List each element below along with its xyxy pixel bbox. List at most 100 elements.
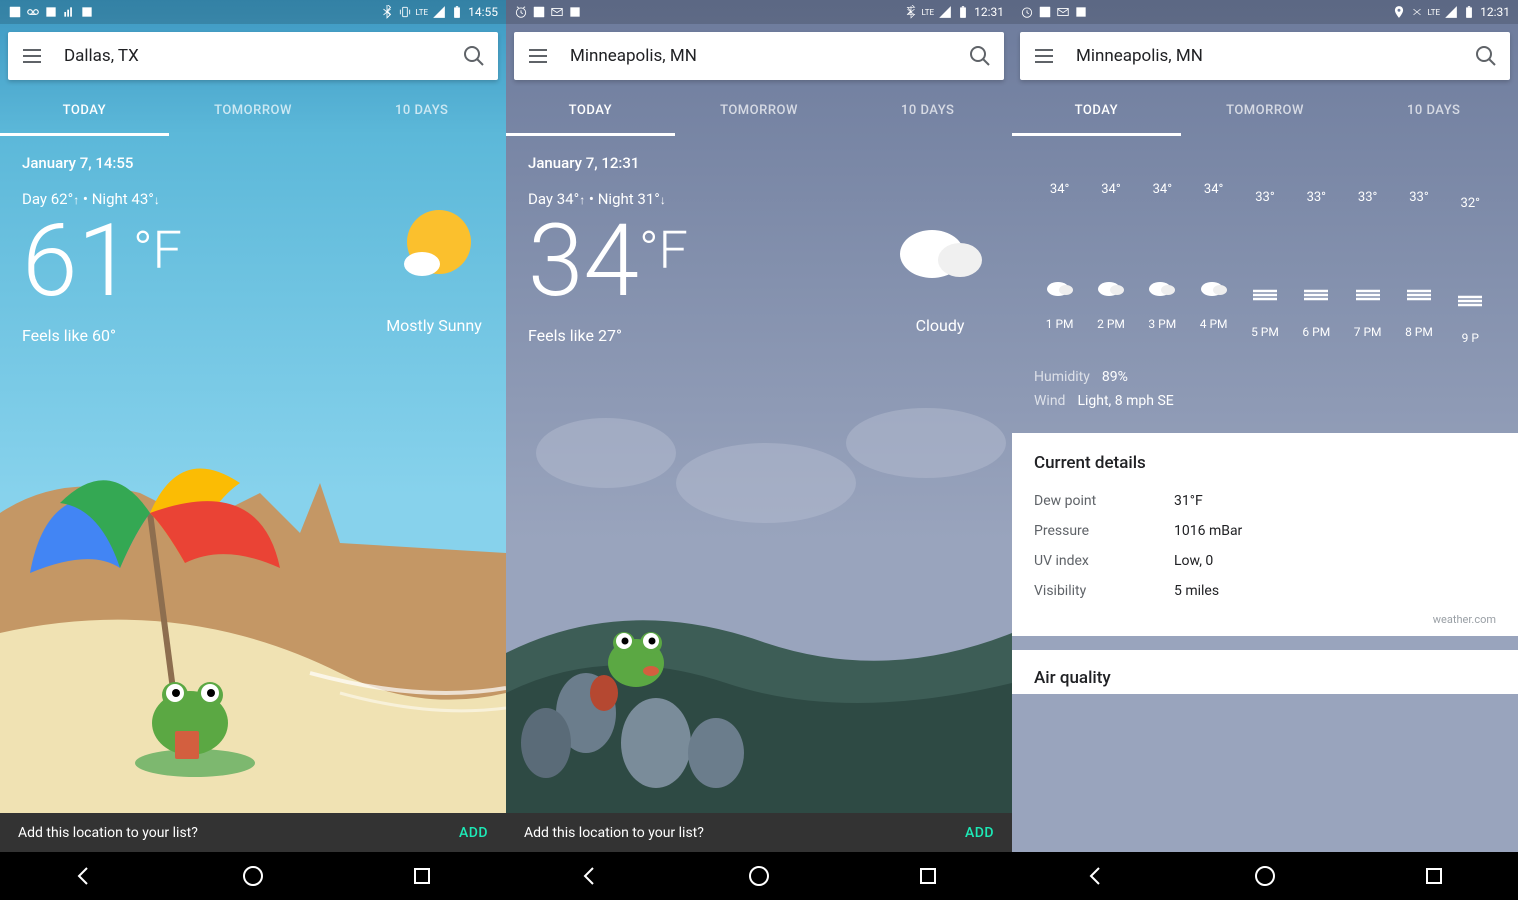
search-icon[interactable]	[1474, 44, 1498, 68]
search-icon[interactable]	[462, 44, 486, 68]
weather-content: January 7, 14:55 Day 62°↑ • Night 43°↓ 6…	[0, 136, 506, 900]
location-input[interactable]: Minneapolis, MN	[1076, 46, 1474, 66]
location-icon	[1392, 5, 1406, 19]
fog-icon	[1251, 285, 1279, 309]
hour-temp: 33°	[1239, 190, 1290, 205]
search-icon[interactable]	[968, 44, 992, 68]
hour-time: 9 P	[1445, 331, 1496, 345]
tab-10days[interactable]: 10 DAYS	[1349, 88, 1518, 136]
voicemail-icon	[26, 5, 40, 19]
search-box[interactable]: Minneapolis, MN	[1020, 32, 1510, 80]
bluetooth-icon	[1410, 5, 1424, 19]
hour-col[interactable]: 34°2 PM	[1085, 182, 1136, 345]
menu-icon[interactable]	[1032, 44, 1056, 68]
add-location-text: Add this location to your list?	[524, 825, 704, 841]
down-arrow-icon: ↓	[154, 193, 160, 207]
tabs: TODAY TOMORROW 10 DAYS	[0, 88, 506, 136]
recent-icon[interactable]	[410, 864, 434, 888]
status-right: LTE 14:55	[380, 5, 498, 19]
night-temp: 43°	[131, 190, 153, 208]
location-input[interactable]: Dallas, TX	[64, 46, 462, 66]
hour-col[interactable]: 34°4 PM	[1188, 182, 1239, 345]
weather-details-content[interactable]: 34°1 PM34°2 PM34°3 PM34°4 PM33°5 PM33°6 …	[1012, 136, 1518, 900]
chart-icon	[62, 5, 76, 19]
fog-icon	[1354, 285, 1382, 309]
hour-col[interactable]: 34°1 PM	[1034, 182, 1085, 345]
detail-value: 5 miles	[1174, 583, 1219, 599]
menu-icon[interactable]	[526, 44, 550, 68]
detail-row: Pressure1016 mBar	[1034, 523, 1496, 539]
hour-col[interactable]: 32° 9 P	[1445, 182, 1496, 345]
tabs: TODAY TOMORROW 10 DAYS	[506, 88, 1012, 136]
hourly-forecast[interactable]: 34°1 PM34°2 PM34°3 PM34°4 PM33°5 PM33°6 …	[1034, 182, 1496, 345]
lte-icon: LTE	[922, 8, 935, 17]
square-icon	[1074, 5, 1088, 19]
home-icon[interactable]	[241, 864, 265, 888]
battery-icon	[956, 5, 970, 19]
detail-label: Dew point	[1034, 493, 1174, 509]
date-time: January 7, 14:55	[22, 154, 484, 172]
hour-col[interactable]: 34°3 PM	[1137, 182, 1188, 345]
search-box[interactable]: Minneapolis, MN	[514, 32, 1004, 80]
add-button[interactable]: ADD	[965, 825, 994, 841]
fog-icon	[1302, 285, 1330, 309]
hour-col[interactable]: 33° 8 PM	[1393, 182, 1444, 345]
alarm-icon	[514, 5, 528, 19]
status-time: 14:55	[468, 5, 498, 19]
mail-icon	[1056, 5, 1070, 19]
hour-col[interactable]: 33°6 PM	[1291, 182, 1342, 345]
recent-icon[interactable]	[1422, 864, 1446, 888]
square-icon	[44, 5, 58, 19]
detail-row: Dew point31°F	[1034, 493, 1496, 509]
search-container: Dallas, TX	[0, 24, 506, 88]
detail-label: Visibility	[1034, 583, 1174, 599]
hour-time: 8 PM	[1393, 325, 1444, 339]
menu-icon[interactable]	[20, 44, 44, 68]
air-quality-card: Air quality	[1012, 650, 1518, 694]
tab-today[interactable]: TODAY	[0, 88, 169, 136]
temp-unit: °F	[133, 220, 182, 281]
hour-temp: 33°	[1393, 190, 1444, 205]
location-input[interactable]: Minneapolis, MN	[570, 46, 968, 66]
recent-icon[interactable]	[916, 864, 940, 888]
screen-minneapolis-main: LTE 12:31 Minneapolis, MN TODAY TOMORROW…	[506, 0, 1012, 900]
tab-10days[interactable]: 10 DAYS	[337, 88, 506, 136]
home-icon[interactable]	[1253, 864, 1277, 888]
home-icon[interactable]	[747, 864, 771, 888]
tab-today[interactable]: TODAY	[506, 88, 675, 136]
hour-temp: 34°	[1137, 182, 1188, 197]
search-box[interactable]: Dallas, TX	[8, 32, 498, 80]
screen-dallas: LTE 14:55 Dallas, TX TODAY TOMORROW 10 D…	[0, 0, 506, 900]
picture-icon	[532, 5, 546, 19]
back-icon[interactable]	[72, 864, 96, 888]
hour-col[interactable]: 33° 5 PM	[1239, 182, 1290, 345]
tab-tomorrow[interactable]: TOMORROW	[169, 88, 338, 136]
detail-label: Pressure	[1034, 523, 1174, 539]
hour-time: 6 PM	[1291, 325, 1342, 339]
tab-tomorrow[interactable]: TOMORROW	[675, 88, 844, 136]
status-bar: LTE 12:31	[1012, 0, 1518, 24]
tab-today[interactable]: TODAY	[1012, 88, 1181, 136]
tab-tomorrow[interactable]: TOMORROW	[1181, 88, 1350, 136]
status-bar: LTE 12:31	[506, 0, 1012, 24]
add-button[interactable]: ADD	[459, 825, 488, 841]
temp-unit: °F	[639, 220, 688, 281]
cloudy-icon	[890, 202, 990, 302]
back-icon[interactable]	[578, 864, 602, 888]
cloud-icon	[1097, 277, 1125, 301]
back-icon[interactable]	[1084, 864, 1108, 888]
data-source: weather.com	[1034, 613, 1496, 626]
mail-icon	[550, 5, 564, 19]
hour-col[interactable]: 33°7 PM	[1342, 182, 1393, 345]
hour-time: 5 PM	[1239, 325, 1290, 339]
hour-temp: 34°	[1085, 182, 1136, 197]
detail-value: 1016 mBar	[1174, 523, 1242, 539]
add-location-bar: Add this location to your list? ADD	[506, 813, 1012, 852]
wind-row: WindLight, 8 mph SE	[1034, 393, 1496, 409]
signal-icon	[938, 5, 952, 19]
tab-10days[interactable]: 10 DAYS	[843, 88, 1012, 136]
cloud-icon	[1046, 277, 1074, 301]
nav-bar	[506, 852, 1012, 900]
hour-temp: 34°	[1034, 182, 1085, 197]
hour-temp: 32°	[1445, 196, 1496, 211]
